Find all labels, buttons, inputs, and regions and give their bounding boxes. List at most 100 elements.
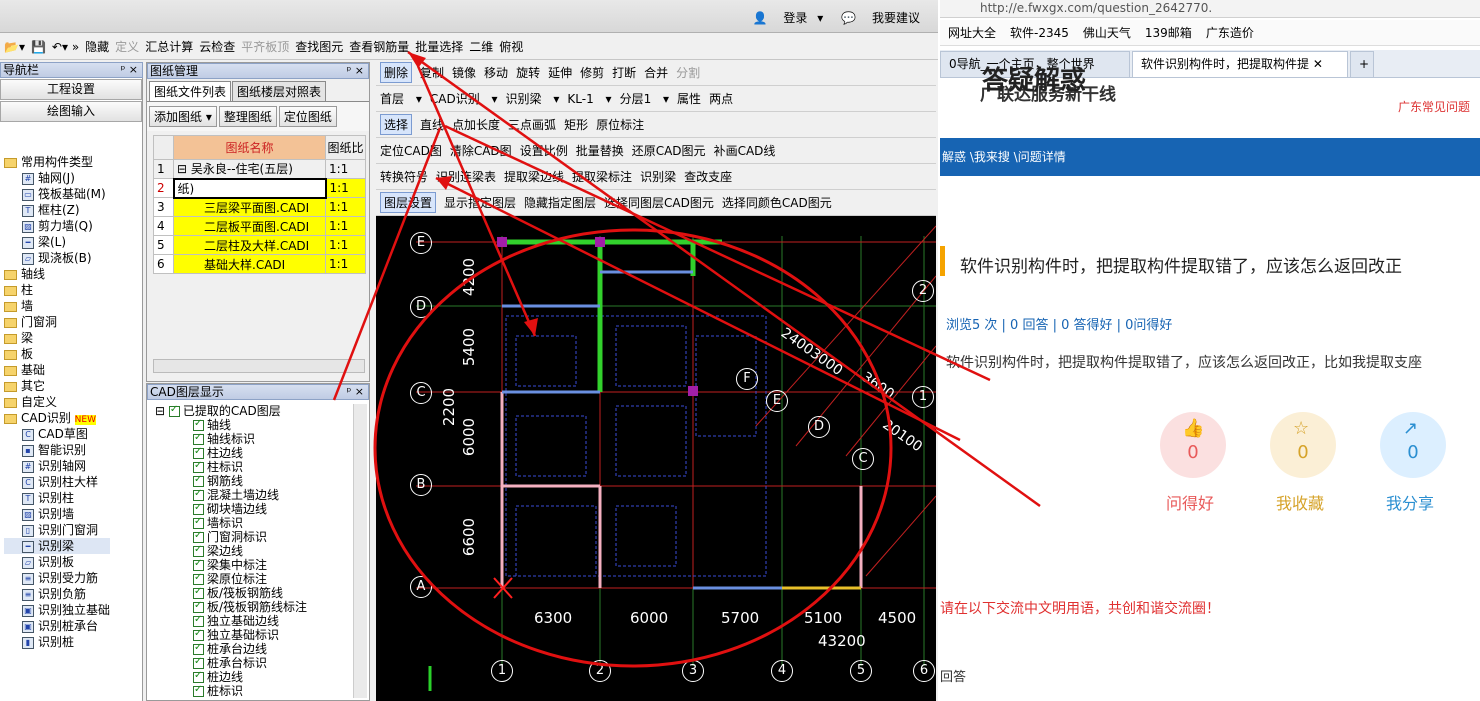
- batch-select-button[interactable]: 批量选择: [415, 38, 463, 55]
- checkbox[interactable]: [193, 501, 204, 515]
- tidy-drawing-button[interactable]: 整理图纸: [218, 106, 277, 127]
- fav-link[interactable]: 佛山天气: [1083, 24, 1131, 41]
- rotate-button[interactable]: 旋转: [516, 64, 540, 81]
- find-element-button[interactable]: 查找图元: [295, 38, 343, 55]
- fav-link[interactable]: 139邮箱: [1145, 24, 1192, 41]
- fav-link[interactable]: 软件-2345: [1010, 24, 1069, 41]
- tree-item[interactable]: ━ 梁(L): [4, 234, 110, 250]
- tree-group-common[interactable]: 常用构件类型: [4, 154, 110, 170]
- checkbox[interactable]: [193, 557, 204, 571]
- layer-item[interactable]: 板/筏板钢筋线: [155, 585, 307, 600]
- checkbox[interactable]: [193, 543, 204, 557]
- checkbox[interactable]: [193, 655, 204, 669]
- merge-button[interactable]: 合并: [644, 64, 668, 81]
- line-button[interactable]: 直线: [420, 116, 444, 133]
- drawing-input-button[interactable]: 绘图输入: [0, 101, 142, 122]
- table-row[interactable]: 3 三层梁平面图.CADI 1:1: [153, 197, 366, 217]
- mirror-button[interactable]: 镜像: [452, 64, 476, 81]
- define-button[interactable]: 定义: [115, 38, 139, 55]
- table-row[interactable]: 1 ⊟ 吴永良--住宅(五层) 1:1: [153, 159, 366, 179]
- extract-beam-edge-button[interactable]: 提取梁边线: [504, 168, 564, 185]
- tree-item-selected[interactable]: ━ 识别梁: [4, 538, 111, 554]
- copy-button[interactable]: 复制: [420, 64, 444, 81]
- convert-symbol-button[interactable]: 转换符号: [380, 168, 428, 185]
- layer-item[interactable]: 柱标识: [155, 459, 307, 474]
- layer-item[interactable]: 砌块墙边线: [155, 501, 307, 516]
- new-tab-button[interactable]: +: [1350, 51, 1374, 77]
- login-button[interactable]: 👤 登录 ▾: [753, 9, 824, 26]
- layer-item[interactable]: 轴线标识: [155, 431, 307, 446]
- checkbox[interactable]: [193, 613, 204, 627]
- tab-file-list[interactable]: 图纸文件列表: [149, 81, 232, 101]
- batch-replace-button[interactable]: 批量替换: [576, 142, 624, 159]
- select-same-color-button[interactable]: 选择同颜色CAD图元: [722, 194, 832, 211]
- checkbox[interactable]: [193, 473, 204, 487]
- checkbox[interactable]: [193, 669, 204, 683]
- tree-item[interactable]: ▭ 筏板基础(M): [4, 186, 110, 202]
- layer-item[interactable]: 钢筋线: [155, 473, 307, 488]
- flat-top-button[interactable]: 平齐板顶: [241, 38, 289, 55]
- tree-item[interactable]: ▱ 识别板: [4, 554, 110, 570]
- checkbox[interactable]: [193, 683, 204, 697]
- cad-rec-select[interactable]: CAD识别 ▾: [430, 90, 498, 107]
- view-2d-select[interactable]: 二维: [469, 38, 493, 55]
- checkbox[interactable]: [168, 403, 180, 417]
- tree-item[interactable]: # 轴网(J): [4, 170, 110, 186]
- add-drawing-button[interactable]: 添加图纸 ▾: [149, 106, 217, 127]
- checkbox[interactable]: [193, 599, 204, 613]
- property-button[interactable]: 属性: [677, 90, 701, 107]
- tree-item[interactable]: T 框柱(Z): [4, 202, 110, 218]
- clear-cad-button[interactable]: 清除CAD图: [450, 142, 512, 159]
- tree-folder-cad[interactable]: CAD识别 NEW: [4, 410, 110, 426]
- rect-button[interactable]: 矩形: [564, 116, 588, 133]
- tree-item[interactable]: ≡ 识别负筋: [4, 586, 110, 602]
- table-row[interactable]: 6 基础大样.CADI 1:1: [153, 254, 366, 274]
- layer-item[interactable]: 桩承台标识: [155, 655, 307, 670]
- break-button[interactable]: 打断: [612, 64, 636, 81]
- move-button[interactable]: 移动: [484, 64, 508, 81]
- checkbox[interactable]: [193, 515, 204, 529]
- checkbox[interactable]: [193, 431, 204, 445]
- delete-button[interactable]: 删除: [380, 62, 413, 83]
- project-settings-button[interactable]: 工程设置: [0, 79, 142, 100]
- help-button[interactable]: 💬 我要建议: [841, 9, 926, 26]
- layer-item[interactable]: 柱边线: [155, 445, 307, 460]
- checkbox[interactable]: [193, 627, 204, 641]
- hide-layer-button[interactable]: 隐藏指定图层: [524, 194, 596, 211]
- layer-select[interactable]: 分层1 ▾: [620, 90, 669, 107]
- faq-link[interactable]: 广东常见问题: [1398, 98, 1470, 115]
- checkbox[interactable]: [193, 529, 204, 543]
- tree-folder[interactable]: 柱: [4, 282, 110, 298]
- rec-type-select[interactable]: 识别梁 ▾: [506, 90, 560, 107]
- component-select[interactable]: KL-1 ▾: [567, 92, 611, 106]
- restore-cad-button[interactable]: 还原CAD图元: [632, 142, 706, 159]
- trim-button[interactable]: 修剪: [580, 64, 604, 81]
- layer-item[interactable]: 板/筏板钢筋线标注: [155, 599, 307, 614]
- arc-button[interactable]: 三点画弧: [508, 116, 556, 133]
- tree-item[interactable]: ▣ 识别独立基础: [4, 602, 110, 618]
- tree-folder[interactable]: 板: [4, 346, 110, 362]
- checkbox[interactable]: [193, 445, 204, 459]
- checkbox[interactable]: [193, 571, 204, 585]
- layer-item[interactable]: 梁原位标注: [155, 571, 307, 586]
- rec-beam-button[interactable]: 识别梁: [640, 168, 676, 185]
- tree-item[interactable]: ▣ 识别桩承台: [4, 618, 110, 634]
- tree-item[interactable]: ▱ 现浇板(B): [4, 250, 110, 266]
- rec-link-beam-button[interactable]: 识别连梁表: [436, 168, 496, 185]
- save-icon[interactable]: 💾: [31, 40, 46, 54]
- in-place-label-button[interactable]: 原位标注: [596, 116, 644, 133]
- layer-item[interactable]: 梁边线: [155, 543, 307, 558]
- tab-floor-map[interactable]: 图纸楼层对照表: [232, 81, 327, 101]
- tree-folder[interactable]: 墙: [4, 298, 110, 314]
- tree-folder[interactable]: 自定义: [4, 394, 110, 410]
- set-scale-button[interactable]: 设置比例: [520, 142, 568, 159]
- tree-item[interactable]: T 识别柱: [4, 490, 110, 506]
- undo-icon[interactable]: ↶▾ »: [52, 40, 79, 54]
- vertical-scrollbar[interactable]: [353, 404, 367, 698]
- tree-item[interactable]: # 识别轴网: [4, 458, 110, 474]
- tree-item[interactable]: C 识别柱大样: [4, 474, 110, 490]
- locate-drawing-button[interactable]: 定位图纸: [278, 106, 337, 127]
- tree-item[interactable]: ▯ 识别门窗洞: [4, 522, 110, 538]
- two-point-button[interactable]: 两点: [709, 90, 733, 107]
- tree-item[interactable]: ▪ 智能识别: [4, 442, 110, 458]
